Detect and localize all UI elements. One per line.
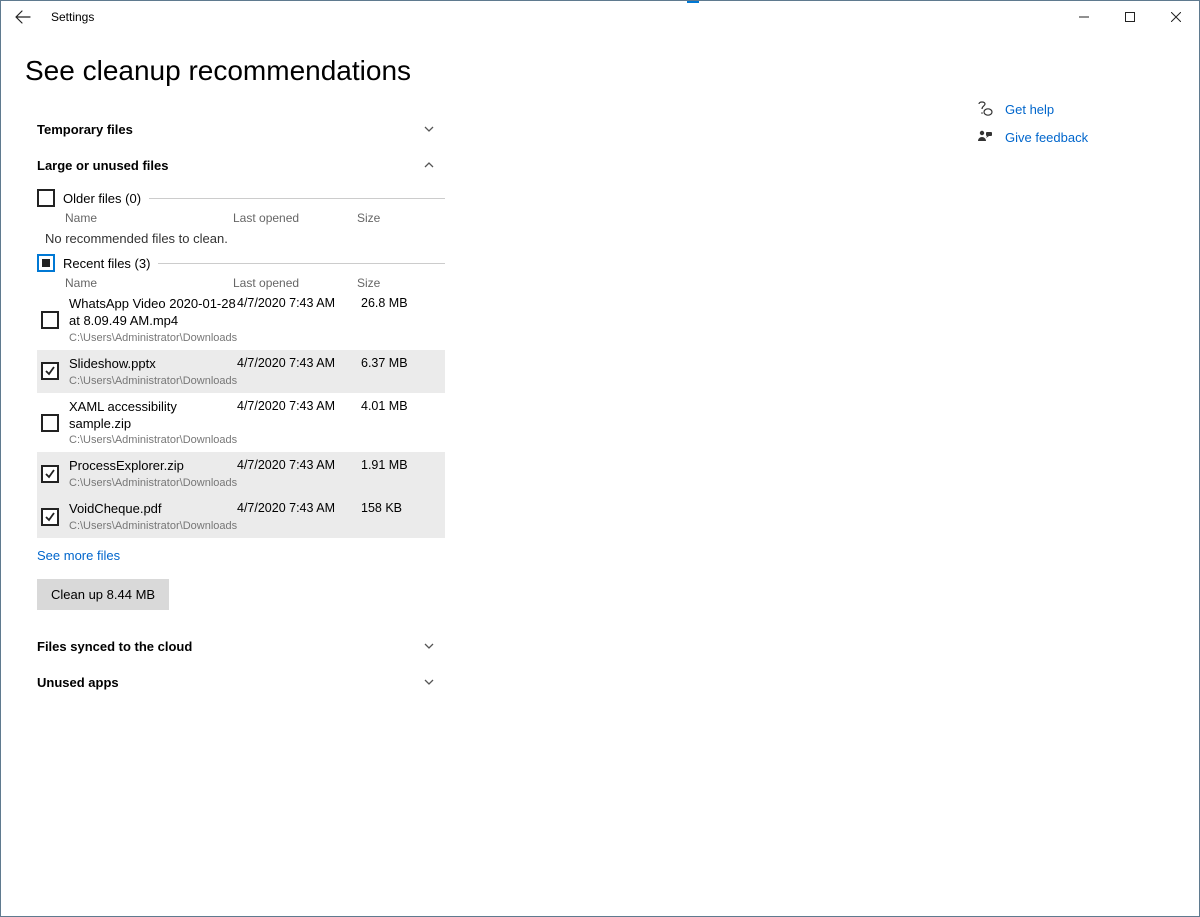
older-files-empty: No recommended files to clean. <box>45 231 445 246</box>
col-size: Size <box>357 276 417 290</box>
chevron-up-icon <box>421 157 437 173</box>
file-date: 4/7/2020 7:43 AM <box>237 501 361 532</box>
col-name: Name <box>65 276 233 290</box>
window-controls <box>1061 1 1199 33</box>
back-button[interactable] <box>1 1 45 33</box>
older-files-column-headers: Name Last opened Size <box>65 211 445 225</box>
chevron-down-icon <box>421 638 437 654</box>
file-path: C:\Users\Administrator\Downloads <box>69 375 237 387</box>
maximize-button[interactable] <box>1107 1 1153 33</box>
section-label: Temporary files <box>37 122 133 137</box>
cleanup-button[interactable]: Clean up 8.44 MB <box>37 579 169 610</box>
section-unused-apps[interactable]: Unused apps <box>37 664 445 700</box>
file-row[interactable]: VoidCheque.pdf C:\Users\Administrator\Dow… <box>37 495 445 538</box>
file-path: C:\Users\Administrator\Downloads <box>69 477 237 489</box>
file-path: C:\Users\Administrator\Downloads <box>69 434 237 446</box>
file-checkbox[interactable] <box>41 414 59 432</box>
main-column: Temporary files Large or unused files Ol… <box>25 111 445 700</box>
file-checkbox[interactable] <box>41 311 59 329</box>
file-checkbox[interactable] <box>41 465 59 483</box>
file-path: C:\Users\Administrator\Downloads <box>69 332 237 344</box>
see-more-files-link[interactable]: See more files <box>37 548 120 563</box>
section-large-unused[interactable]: Large or unused files <box>37 147 445 183</box>
col-last-opened: Last opened <box>233 211 357 225</box>
arrow-left-icon <box>15 9 31 25</box>
get-help-link[interactable]: Get help <box>975 101 1175 117</box>
section-label: Large or unused files <box>37 158 168 173</box>
recent-files-column-headers: Name Last opened Size <box>65 276 445 290</box>
file-date: 4/7/2020 7:43 AM <box>237 356 361 387</box>
minimize-button[interactable] <box>1061 1 1107 33</box>
file-row[interactable]: Slideshow.pptx C:\Users\Administrator\Dow… <box>37 350 445 393</box>
give-feedback-link[interactable]: Give feedback <box>975 129 1175 145</box>
close-button[interactable] <box>1153 1 1199 33</box>
recent-files-list: WhatsApp Video 2020-01-28 at 8.09.49 AM.… <box>37 290 445 538</box>
file-date: 4/7/2020 7:43 AM <box>237 399 361 447</box>
file-size: 26.8 MB <box>361 296 421 344</box>
indeterminate-square <box>42 259 50 267</box>
minimize-icon <box>1079 12 1089 22</box>
older-files-checkbox[interactable] <box>37 189 55 207</box>
close-icon <box>1171 12 1181 22</box>
titlebar: Settings <box>1 1 1199 33</box>
file-date: 4/7/2020 7:43 AM <box>237 296 361 344</box>
file-name: VoidCheque.pdf <box>69 501 237 518</box>
recent-files-checkbox[interactable] <box>37 254 55 272</box>
file-row[interactable]: ProcessExplorer.zip C:\Users\Administrato… <box>37 452 445 495</box>
recent-files-header[interactable]: Recent files (3) <box>37 254 445 272</box>
feedback-icon <box>975 129 995 145</box>
content: See cleanup recommendations Temporary fi… <box>1 37 1199 916</box>
col-name: Name <box>65 211 233 225</box>
give-feedback-label: Give feedback <box>1005 130 1088 145</box>
col-size: Size <box>357 211 417 225</box>
file-name: XAML accessibility sample.zip <box>69 399 237 433</box>
recent-files-label: Recent files (3) <box>63 256 150 271</box>
window-title: Settings <box>51 10 94 24</box>
divider-line <box>149 198 445 199</box>
older-files-subsection: Older files (0) Name Last opened Size No… <box>37 189 445 246</box>
file-path: C:\Users\Administrator\Downloads <box>69 520 237 532</box>
section-synced[interactable]: Files synced to the cloud <box>37 628 445 664</box>
file-checkbox[interactable] <box>41 508 59 526</box>
file-row[interactable]: XAML accessibility sample.zipC:\Users\Ad… <box>37 393 445 453</box>
help-icon <box>975 101 995 117</box>
divider-line <box>158 263 445 264</box>
file-size: 158 KB <box>361 501 421 532</box>
get-help-label: Get help <box>1005 102 1054 117</box>
recent-files-subsection: Recent files (3) Name Last opened Size W… <box>37 254 445 538</box>
file-name: ProcessExplorer.zip <box>69 458 237 475</box>
page-title: See cleanup recommendations <box>25 55 1175 87</box>
section-temporary-files[interactable]: Temporary files <box>37 111 445 147</box>
section-label: Files synced to the cloud <box>37 639 192 654</box>
file-size: 6.37 MB <box>361 356 421 387</box>
file-size: 1.91 MB <box>361 458 421 489</box>
chevron-down-icon <box>421 121 437 137</box>
file-name: WhatsApp Video 2020-01-28 at 8.09.49 AM.… <box>69 296 237 330</box>
older-files-label: Older files (0) <box>63 191 141 206</box>
older-files-header[interactable]: Older files (0) <box>37 189 445 207</box>
file-row[interactable]: WhatsApp Video 2020-01-28 at 8.09.49 AM.… <box>37 290 445 350</box>
file-size: 4.01 MB <box>361 399 421 447</box>
section-label: Unused apps <box>37 675 119 690</box>
file-date: 4/7/2020 7:43 AM <box>237 458 361 489</box>
col-last-opened: Last opened <box>233 276 357 290</box>
file-checkbox[interactable] <box>41 362 59 380</box>
chevron-down-icon <box>421 674 437 690</box>
file-name: Slideshow.pptx <box>69 356 237 373</box>
maximize-icon <box>1125 12 1135 22</box>
help-sidebar: Get help Give feedback <box>975 101 1175 157</box>
